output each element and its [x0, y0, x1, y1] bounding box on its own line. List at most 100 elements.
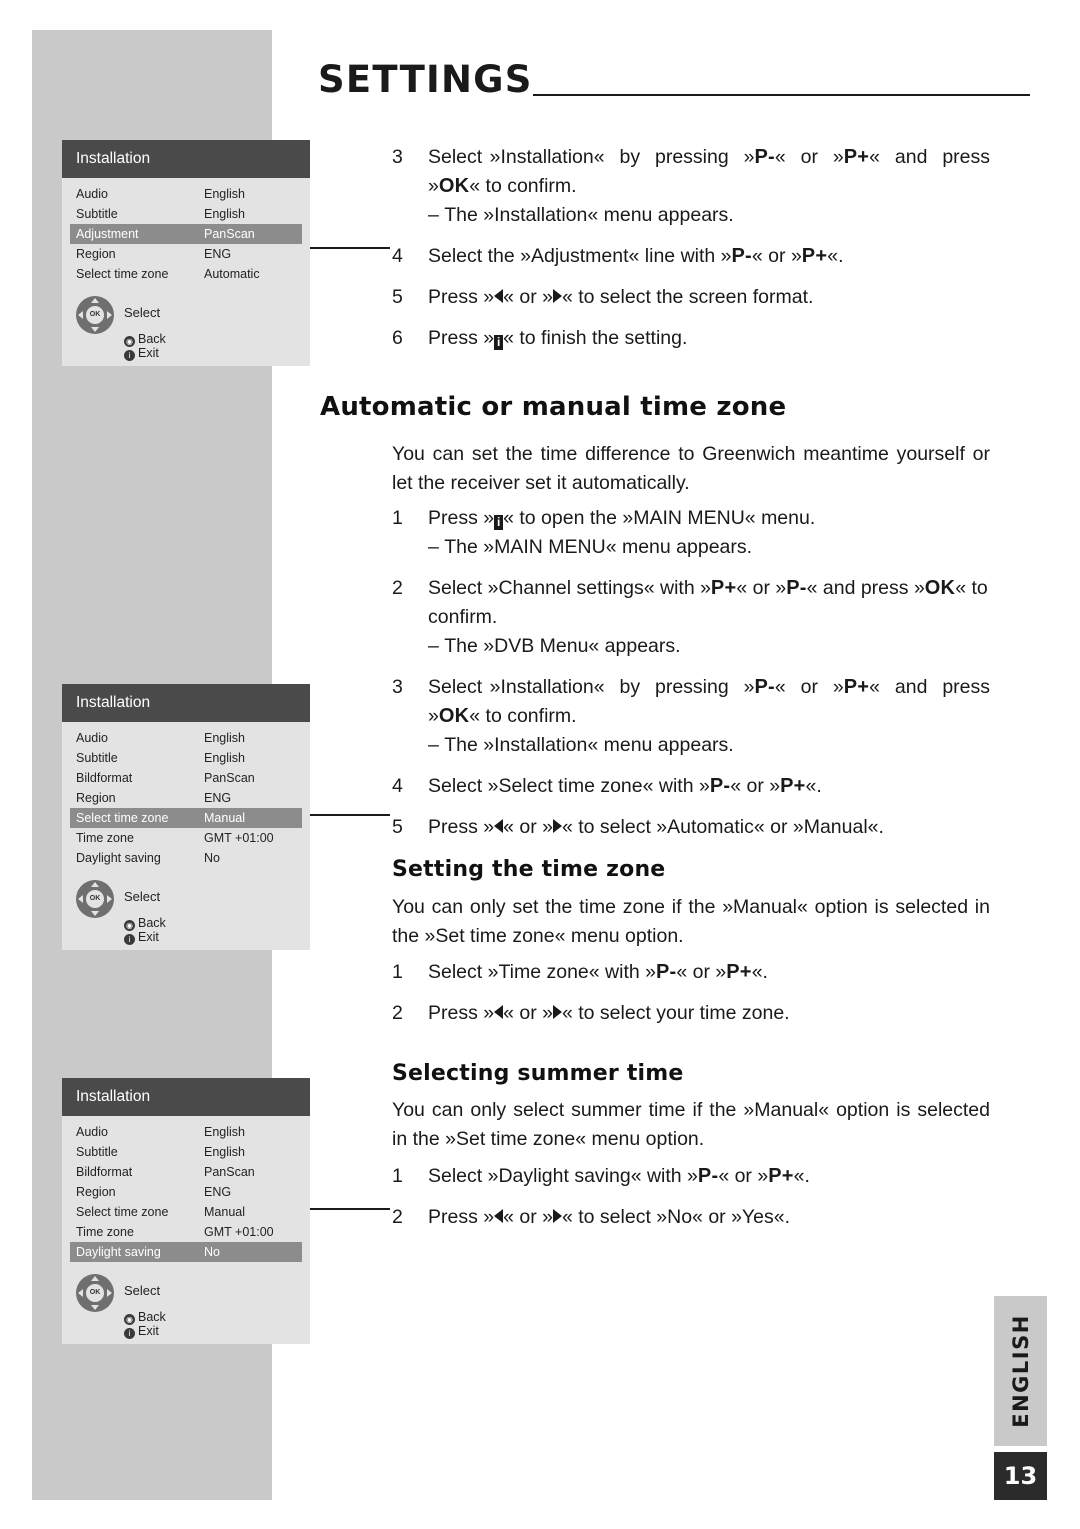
osd-row-label: Region [76, 246, 116, 261]
osd-row: Audio English [70, 1122, 302, 1142]
osd-row-value: English [204, 1144, 245, 1159]
osd-exit-label: Exit [138, 930, 159, 944]
language-tab-label: ENGLISH [1008, 1314, 1033, 1428]
osd-row-label: Adjustment [76, 226, 139, 241]
left-arrow-icon [494, 289, 504, 303]
osd-row: Time zone GMT +01:00 [70, 828, 302, 848]
osd-row-list: Audio English Subtitle English Bildforma… [62, 722, 310, 874]
navpad-down-arrow-icon [91, 911, 99, 916]
right-arrow-icon [552, 1209, 562, 1223]
right-arrow-icon [552, 819, 562, 833]
heading-setting-time-zone: Setting the time zone [392, 857, 666, 882]
time-zone-intro: You can set the time difference to Green… [392, 443, 990, 494]
osd-back-row: ◉ Back [124, 332, 166, 347]
step-text: Select »Select time zone« with »P-« or »… [428, 775, 822, 797]
step-text: Select »Installation« by pressing »P-« o… [428, 676, 991, 727]
manual-page: SETTINGS Installation Audio English Subt… [0, 0, 1080, 1529]
step-text: Press » « or » « to select »Automatic« or … [428, 816, 884, 838]
exit-key-icon: i [124, 1328, 135, 1339]
step-text: Select »Installation« by pressing »P-« o… [428, 146, 991, 197]
osd-exit-row: i Exit [124, 930, 159, 945]
osd-row-label: Audio [76, 730, 108, 745]
osd-row-label: Audio [76, 186, 108, 201]
step-number: 2 [392, 1206, 403, 1228]
navpad-right-arrow-icon [107, 1289, 112, 1297]
osd-row-selected: Select time zone Manual [70, 808, 302, 828]
navpad-ok-button-icon: OK [86, 1284, 104, 1302]
osd-row: Daylight saving No [70, 848, 302, 868]
header-rule [533, 94, 1030, 96]
osd-title: Installation [62, 684, 310, 722]
osd-footer: OK Select ◉ Back i Exit [62, 1268, 310, 1344]
osd-back-row: ◉ Back [124, 916, 166, 931]
osd-row-label: Subtitle [76, 750, 118, 765]
connector-line-1 [310, 247, 390, 249]
osd-row-label: Bildformat [76, 1164, 133, 1179]
step-number: 4 [392, 775, 403, 797]
osd-row-value: English [204, 206, 245, 221]
osd-row: Subtitle English [70, 748, 302, 768]
osd-screenshot-daylight-saving: Installation Audio English Subtitle Engl… [62, 1078, 310, 1344]
navpad-left-arrow-icon [78, 311, 83, 319]
navigation-pad-icon: OK [76, 296, 114, 334]
osd-exit-row: i Exit [124, 1324, 159, 1339]
step-1: 1 Press » i « to open the »MAIN MENU« menu… [392, 504, 990, 562]
heading-selecting-summer-time: Selecting summer time [392, 1061, 684, 1086]
step-number: 1 [392, 1165, 403, 1187]
osd-row-value: Manual [204, 810, 245, 825]
osd-row-selected: Adjustment PanScan [70, 224, 302, 244]
osd-title: Installation [62, 1078, 310, 1116]
osd-row-label: Region [76, 790, 116, 805]
osd-row: Time zone GMT +01:00 [70, 1222, 302, 1242]
connector-line-2 [310, 814, 390, 816]
navigation-pad-icon: OK [76, 880, 114, 918]
navpad-up-arrow-icon [91, 298, 99, 303]
heading-time-zone: Automatic or manual time zone [320, 392, 787, 422]
navpad-up-arrow-icon [91, 1276, 99, 1281]
step-5: 5 Press » « or » « to select the screen fo… [392, 283, 990, 312]
setting-time-zone-steps: 1 Select »Time zone« with »P-« or »P+«. … [392, 958, 990, 1032]
osd-exit-label: Exit [138, 1324, 159, 1338]
page-title: SETTINGS [318, 58, 533, 101]
step-text: Press » i « to open the »MAIN MENU« menu. [428, 507, 816, 530]
osd-row-label: Select time zone [76, 1204, 169, 1219]
step-number: 2 [392, 577, 403, 599]
navpad-right-arrow-icon [107, 895, 112, 903]
osd-select-label: Select [124, 889, 161, 904]
osd-row-label: Daylight saving [76, 850, 161, 865]
step-text: Press » « or » « to select the screen form… [428, 286, 814, 308]
navpad-ok-button-icon: OK [86, 306, 104, 324]
screen-format-steps: 3 Select »Installation« by pressing »P-«… [392, 143, 990, 357]
navpad-ok-button-icon: OK [86, 890, 104, 908]
exit-key-icon: i [124, 350, 135, 361]
osd-row-label: Subtitle [76, 206, 118, 221]
step-sub-text: – The »DVB Menu« appears. [428, 635, 681, 657]
step-sub-text: – The »MAIN MENU« menu appears. [428, 536, 753, 558]
osd-row: Bildformat PanScan [70, 768, 302, 788]
language-tab: ENGLISH [994, 1296, 1047, 1446]
osd-row-list: Audio English Subtitle English Adjustmen… [62, 178, 310, 290]
osd-row: Region ENG [70, 788, 302, 808]
osd-row-selected: Daylight saving No [70, 1242, 302, 1262]
step-sub-text: – The »Installation« menu appears. [428, 734, 734, 756]
navpad-right-arrow-icon [107, 311, 112, 319]
osd-row-label: Audio [76, 1124, 108, 1139]
step-3: 3 Select »Installation« by pressing »P-«… [392, 673, 990, 760]
step-2: 2 Press » « or » « to select your time zon… [392, 999, 990, 1028]
step-1: 1 Select »Time zone« with »P-« or »P+«. [392, 958, 990, 987]
osd-screenshot-adjustment: Installation Audio English Subtitle Engl… [62, 140, 310, 366]
step-number: 3 [392, 676, 403, 698]
osd-row-value: No [204, 850, 220, 865]
osd-row: Audio English [70, 184, 302, 204]
osd-select-label: Select [124, 1283, 161, 1298]
osd-select-label: Select [124, 305, 161, 320]
navigation-pad-icon: OK [76, 1274, 114, 1312]
osd-row-value: PanScan [204, 226, 255, 241]
step-4: 4 Select »Select time zone« with »P-« or… [392, 772, 990, 801]
osd-row-label: Time zone [76, 830, 134, 845]
osd-row-value: PanScan [204, 1164, 255, 1179]
step-text: Press » i « to finish the setting. [428, 327, 688, 350]
step-3: 3 Select »Installation« by pressing »P-«… [392, 143, 990, 230]
step-number: 4 [392, 245, 403, 267]
right-arrow-icon [552, 1005, 562, 1019]
